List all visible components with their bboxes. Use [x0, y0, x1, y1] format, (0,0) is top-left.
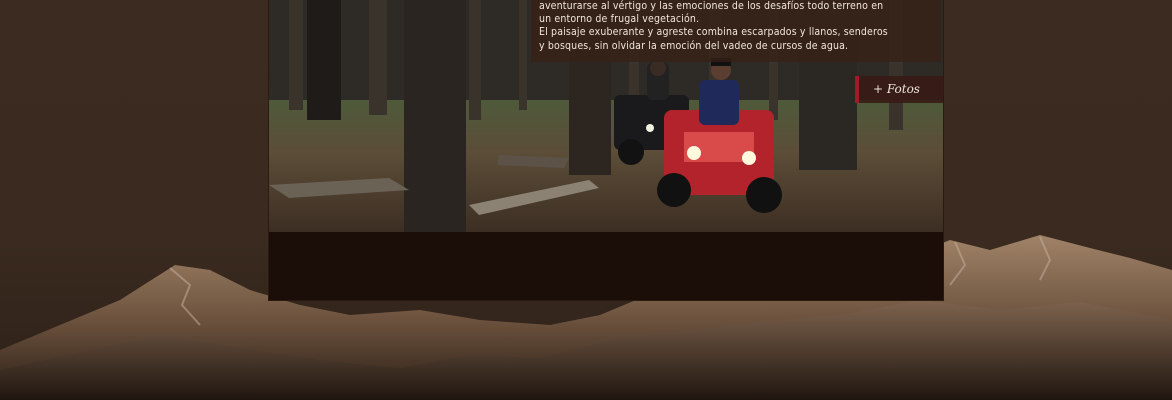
article-line: El paisaje exuberante y agreste combina … — [539, 26, 888, 39]
header-photo: aventurarse al vértigo y las emociones d… — [269, 0, 943, 232]
article-text-box: aventurarse al vértigo y las emociones d… — [531, 0, 941, 62]
article-copy: aventurarse al vértigo y las emociones d… — [539, 0, 937, 53]
article-line: y bosques, sin olvidar la emoción del va… — [539, 39, 849, 52]
article-line: un entorno de frugal vegetación. — [539, 13, 700, 26]
more-photos-button[interactable]: + Fotos — [855, 76, 943, 103]
main-panel: aventurarse al vértigo y las emociones d… — [269, 0, 943, 300]
content-area — [269, 232, 943, 300]
article-line: aventurarse al vértigo y las emociones d… — [539, 0, 884, 12]
